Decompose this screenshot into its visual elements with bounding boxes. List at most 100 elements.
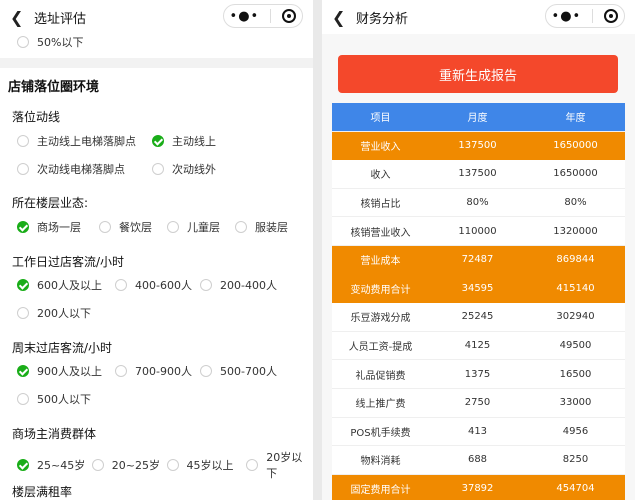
header-item: 项目 [370,113,391,125]
close-target-icon[interactable] [282,9,297,23]
option-row: 500人以下 [17,391,91,407]
radio-checked-icon [17,459,29,471]
radio-icon [17,393,29,405]
section-divider-band [0,58,313,68]
radio-icon [17,135,29,147]
group-label-weekend-traffic: 周末过店客流/小时 [12,341,113,355]
option-label: 900人及以上 [37,365,102,378]
option-label: 200-400人 [220,279,277,292]
radio-option-selected[interactable]: 900人及以上 [17,363,115,379]
capsule-divider [592,9,594,23]
option-row: 25~45岁 20~25岁 45岁以上 20岁以下 [17,449,313,481]
radio-option[interactable]: 400-600人 [115,277,200,293]
close-target-icon[interactable] [604,9,619,23]
option-label: 500人以下 [37,393,91,406]
page-title-left: 选址评估 [34,11,87,27]
option-label: 200人以下 [37,307,91,320]
table-cell-year: 1650000 [553,168,598,180]
radio-option[interactable]: 20岁以下 [246,449,313,481]
radio-option-selected[interactable]: 主动线上 [152,133,216,149]
option-label: 主动线上电梯落脚点 [37,135,136,148]
radio-icon [115,365,127,377]
radio-option[interactable]: 服装层 [235,219,288,235]
table-row: 营业成本 72487 869844 [332,245,625,275]
radio-option[interactable]: 次动线电梯落脚点 [17,161,152,177]
radio-option[interactable]: 50%以下 [17,34,83,50]
radio-option[interactable]: 次动线外 [152,161,216,177]
radio-option[interactable]: 儿童层 [167,219,235,235]
radio-option[interactable]: 餐饮层 [99,219,167,235]
table-cell-month: 137500 [458,168,497,180]
option-label: 商场一层 [37,221,81,234]
radio-option-selected[interactable]: 600人及以上 [17,277,115,293]
table-cell-item: 礼品促销费 [355,370,406,382]
radio-option-selected[interactable]: 商场一层 [17,219,99,235]
option-label: 400-600人 [135,279,192,292]
option-label: 服装层 [255,221,288,234]
table-cell-year: 80% [564,197,587,209]
table-row: 礼品促销费 1375 16500 [332,360,625,389]
option-label: 600人及以上 [37,279,102,292]
option-label: 20岁以下 [266,451,303,480]
option-label: 500-700人 [220,365,277,378]
table-cell-year: 33000 [559,397,592,409]
radio-icon [200,279,212,291]
back-icon[interactable]: ❮ [332,8,346,27]
site-evaluation-panel: ❮ 选址评估 •●• 50%以下 店铺落位圈环境 落位动线 主动线上电梯落脚点 … [0,0,313,500]
option-row: 900人及以上 700-900人 500-700人 [17,363,277,379]
financial-analysis-panel: ❮ 财务分析 •●• 重新生成报告 项目 月度 年度 营业收入 137500 165… [322,0,635,500]
table-cell-month: 72487 [461,254,494,266]
table-cell-year: 16500 [559,368,592,380]
table-cell-item: 营业收入 [360,141,401,153]
mini-program-capsule-left: •●• [223,4,303,28]
table-cell-month: 137500 [458,139,497,151]
group-label-weekday-traffic: 工作日过店客流/小时 [12,255,125,269]
table-cell-month: 2750 [464,397,491,409]
option-label: 50%以下 [37,36,84,49]
table-cell-item: 人员工资-提成 [348,342,413,354]
more-dots-icon[interactable]: •●• [552,10,582,23]
option-row-top: 50%以下 [17,34,83,50]
radio-icon [167,221,179,233]
radio-option-selected[interactable]: 25~45岁 [17,449,92,481]
radio-option[interactable]: 200-400人 [200,277,277,293]
more-dots-icon[interactable]: •●• [230,10,260,23]
option-label: 儿童层 [187,221,220,234]
table-body: 营业收入 137500 1650000 收入 137500 1650000 核销占比 80% 8… [332,131,625,500]
radio-icon [91,459,104,471]
table-cell-month: 688 [467,454,488,466]
table-row: 收入 137500 1650000 [332,160,625,189]
screen: ❮ 选址评估 •●• 50%以下 店铺落位圈环境 落位动线 主动线上电梯落脚点 … [0,0,635,500]
option-label: 主动线上 [172,135,216,148]
nav-bar-left: ❮ 选址评估 •●• [0,0,313,34]
radio-icon [235,221,247,233]
table-row: 固定费用合计 37892 454704 [332,474,625,500]
table-cell-item: 固定费用合计 [350,485,411,497]
group-label-occupancy: 楼层满租率 [12,485,73,499]
radio-icon [115,279,127,291]
option-label: 45岁以上 [186,459,234,472]
radio-option[interactable]: 200人以下 [17,305,91,321]
group-label-route: 落位动线 [12,110,61,124]
option-row: 次动线电梯落脚点 次动线外 [17,161,216,177]
table-cell-year: 302940 [556,311,595,323]
option-label: 700-900人 [135,365,192,378]
radio-option[interactable]: 500-700人 [200,363,277,379]
radio-option[interactable]: 700-900人 [115,363,200,379]
radio-option[interactable]: 45岁以上 [166,449,247,481]
table-row: POS机手续费 413 4956 [332,417,625,447]
header-month: 月度 [467,113,488,125]
back-icon[interactable]: ❮ [10,8,24,27]
regenerate-report-button[interactable]: 重新生成报告 [338,55,618,93]
option-label: 次动线外 [172,163,216,176]
radio-option[interactable]: 主动线上电梯落脚点 [17,133,152,149]
table-cell-month: 4125 [464,340,491,352]
radio-icon [17,163,29,175]
radio-icon [17,36,29,48]
radio-option[interactable]: 500人以下 [17,391,91,407]
table-header: 项目 月度 年度 [332,103,625,132]
radio-checked-icon [17,365,29,377]
table-cell-month: 413 [467,425,488,437]
radio-option[interactable]: 20~25岁 [91,449,167,481]
option-row: 主动线上电梯落脚点 主动线上 [17,133,216,149]
